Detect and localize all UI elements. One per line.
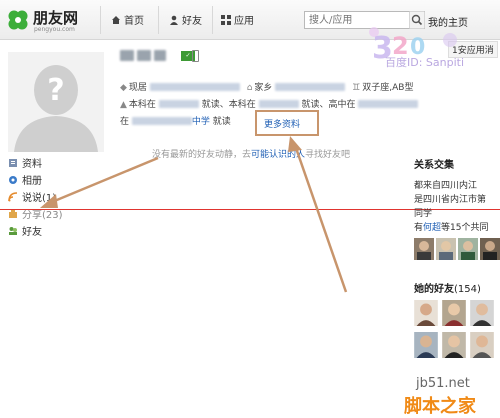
edu-text: 就读、高中在 xyxy=(301,100,356,110)
people-you-may-know-link[interactable]: 可能认识的人 xyxy=(251,150,305,160)
side-item-label: 分享(23) xyxy=(22,210,63,221)
no-news-text: 没有最新的好友动静，去 xyxy=(152,150,252,160)
divider xyxy=(158,6,159,34)
brand-domain: pengyou.com xyxy=(34,26,75,33)
hometown-label: 家乡 xyxy=(254,83,273,93)
nav-friends[interactable]: 好友 xyxy=(169,12,202,28)
location-line: ◆ 现居 ⌂ 家乡 ♊ 双子座,AB型 xyxy=(120,80,413,93)
school-link[interactable] xyxy=(131,117,192,125)
svg-text:?: ? xyxy=(47,73,64,108)
location-label: 现居 xyxy=(128,83,147,93)
pengyou-logo[interactable]: 朋友网 pengyou.com xyxy=(6,6,92,36)
profile-icon xyxy=(9,159,17,167)
friend-photo[interactable] xyxy=(470,332,494,358)
hometown-icon: ⌂ xyxy=(246,83,253,93)
no-news-text: 寻找好友吧 xyxy=(305,150,351,160)
watermark-text: 百度ID: Sanpiti xyxy=(385,56,465,69)
friend-photo[interactable] xyxy=(470,300,494,326)
edu-text: 在 xyxy=(120,117,130,127)
profile-name xyxy=(120,50,167,63)
divider xyxy=(100,6,101,34)
clover-icon xyxy=(8,10,28,30)
nav-apps[interactable]: 应用 xyxy=(221,12,254,28)
side-item-label: 资料 xyxy=(22,159,42,170)
mutual-friend-photo[interactable] xyxy=(480,238,500,260)
name-char xyxy=(137,50,152,61)
person-icon xyxy=(170,15,178,25)
more-info-highlight: 更多资料 xyxy=(255,110,319,136)
relation-text[interactable]: 是四川省内江市第 xyxy=(414,192,486,205)
side-item-label: 好友 xyxy=(22,227,42,238)
hometown-value[interactable] xyxy=(275,83,346,91)
album-icon xyxy=(9,176,17,184)
mutual-friends-line: 有何超等15个共同 xyxy=(414,220,488,233)
relations-title: 关系交集 xyxy=(414,160,454,171)
more-info-link[interactable]: 更多资料 xyxy=(264,117,300,130)
zodiac-icon: ♊ xyxy=(352,83,361,93)
site-watermark-domain: jb51.net xyxy=(416,376,470,391)
name-char xyxy=(120,50,134,61)
school-link[interactable] xyxy=(258,100,299,108)
mutual-friend-photo[interactable] xyxy=(458,238,478,260)
her-friends-count: (154) xyxy=(454,284,481,295)
her-friends-title: 她的好友(154) xyxy=(414,280,481,295)
mutual-friend-photo[interactable] xyxy=(436,238,456,260)
location-value[interactable] xyxy=(149,83,240,91)
relation-text: 有 xyxy=(414,223,424,233)
share-icon xyxy=(9,210,17,218)
friend-photo[interactable] xyxy=(442,300,466,326)
friend-photo[interactable] xyxy=(442,332,466,358)
side-item-profile[interactable]: 资料 xyxy=(8,155,42,170)
name-char xyxy=(154,50,167,61)
friend-photo[interactable] xyxy=(414,332,438,358)
education-line: ▲ 本科在 就读、本科在 就读、高中在 xyxy=(120,97,419,110)
school-link[interactable] xyxy=(158,100,199,108)
zodiac-text: 双子座,AB型 xyxy=(362,83,414,93)
side-item-album[interactable]: 相册 xyxy=(8,172,42,187)
location-icon: ◆ xyxy=(120,83,127,93)
mutual-friend-photo[interactable] xyxy=(414,238,434,260)
edu-text: 就读 xyxy=(212,117,231,127)
edu-text: 就读、本科在 xyxy=(201,100,256,110)
her-friends-label: 她的好友 xyxy=(414,284,454,295)
side-item-talk[interactable]: 说说(1) xyxy=(8,189,57,204)
brand-name: 朋友网 xyxy=(33,9,79,27)
avatar[interactable]: ? xyxy=(8,52,104,152)
nav-home-label: 首页 xyxy=(124,16,144,27)
education-icon: ▲ xyxy=(120,100,127,110)
relation-text: 同学 xyxy=(414,209,433,219)
education-line-2: 在 中学 就读 xyxy=(120,114,231,127)
friends-icon xyxy=(9,227,17,235)
mutual-friend-link[interactable]: 何超 xyxy=(423,223,441,233)
nav-friends-label: 好友 xyxy=(182,16,202,27)
grid-icon xyxy=(221,15,231,25)
divider xyxy=(212,6,213,34)
relation-text: 等15个共同 xyxy=(441,223,489,233)
friend-photo[interactable] xyxy=(414,300,438,326)
phone-icon xyxy=(192,50,199,62)
no-news-message: 没有最新的好友动静，去可能认识的人寻找好友吧 xyxy=(152,147,350,160)
talk-icon xyxy=(8,192,18,202)
side-item-friends[interactable]: 好友 xyxy=(8,223,42,238)
nav-apps-label: 应用 xyxy=(234,16,254,27)
side-item-label: 相册 xyxy=(22,176,42,187)
relations-panel: 关系交集 xyxy=(414,156,500,171)
school-link[interactable] xyxy=(358,100,419,108)
school-link[interactable]: 中学 xyxy=(192,117,210,127)
site-watermark-name: 脚本之家 xyxy=(404,396,476,417)
nav-home[interactable]: 首页 xyxy=(111,12,144,28)
edu-text: 本科在 xyxy=(128,100,156,110)
side-item-label: 说说(1) xyxy=(22,193,57,204)
relation-text: 都来自四川内江 xyxy=(414,181,478,191)
home-icon xyxy=(112,16,120,24)
